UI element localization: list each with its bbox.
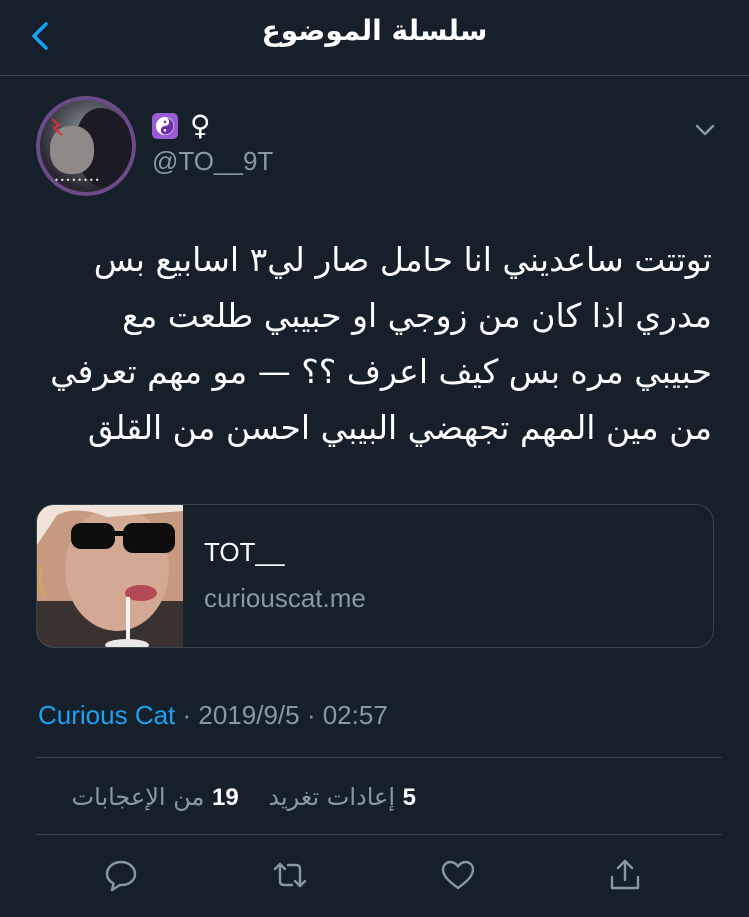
tweet-date: 2019/9/5 (198, 700, 300, 730)
tweet-stats: 5 إعادات تغريد 19 من الإعجابات (72, 783, 416, 812)
likes-label: من الإعجابات (71, 783, 205, 811)
yin-yang-icon (152, 113, 178, 139)
source-link[interactable]: Curious Cat (38, 700, 175, 730)
card-domain: curiouscat.me (204, 583, 366, 613)
reply-button[interactable] (103, 857, 139, 893)
top-bar: سلسلة الموضوع (0, 0, 749, 76)
like-button[interactable] (440, 857, 476, 893)
display-name[interactable]: ♀ (152, 108, 211, 144)
share-button[interactable] (607, 857, 643, 893)
reply-icon (105, 860, 137, 892)
chevron-down-icon (695, 124, 715, 136)
more-options-button[interactable] (690, 118, 720, 142)
meta-separator: · (299, 700, 323, 730)
meta-separator: · (175, 700, 199, 730)
share-icon (610, 859, 640, 890)
heart-icon (441, 860, 475, 890)
avatar[interactable]: •••••••• (36, 96, 136, 196)
retweets-stat[interactable]: 5 إعادات تغريد (268, 783, 416, 812)
likes-stat[interactable]: 19 من الإعجابات (72, 783, 239, 812)
female-sign-icon: ♀ (190, 109, 211, 142)
retweets-label: إعادات تغريد (268, 783, 395, 811)
divider (36, 757, 722, 758)
retweet-icon (273, 862, 307, 888)
retweet-button[interactable] (272, 857, 308, 893)
user-handle[interactable]: @TO__9T (152, 146, 273, 177)
retweets-count: 5 (402, 784, 416, 811)
divider (36, 834, 722, 835)
tweet-time: 02:57 (322, 700, 388, 730)
likes-count: 19 (212, 784, 239, 811)
card-thumbnail (37, 505, 183, 647)
tweet-meta: Curious Cat · 2019/9/5 · 02:57 (38, 700, 388, 731)
link-card[interactable]: TOT__ curiouscat.me (36, 504, 714, 648)
tweet-text: توتتت ساعديني انا حامل صار لي٣ اسابيع بس… (50, 240, 712, 447)
page-title: سلسلة الموضوع (261, 14, 488, 47)
card-title: TOT__ (204, 537, 285, 567)
